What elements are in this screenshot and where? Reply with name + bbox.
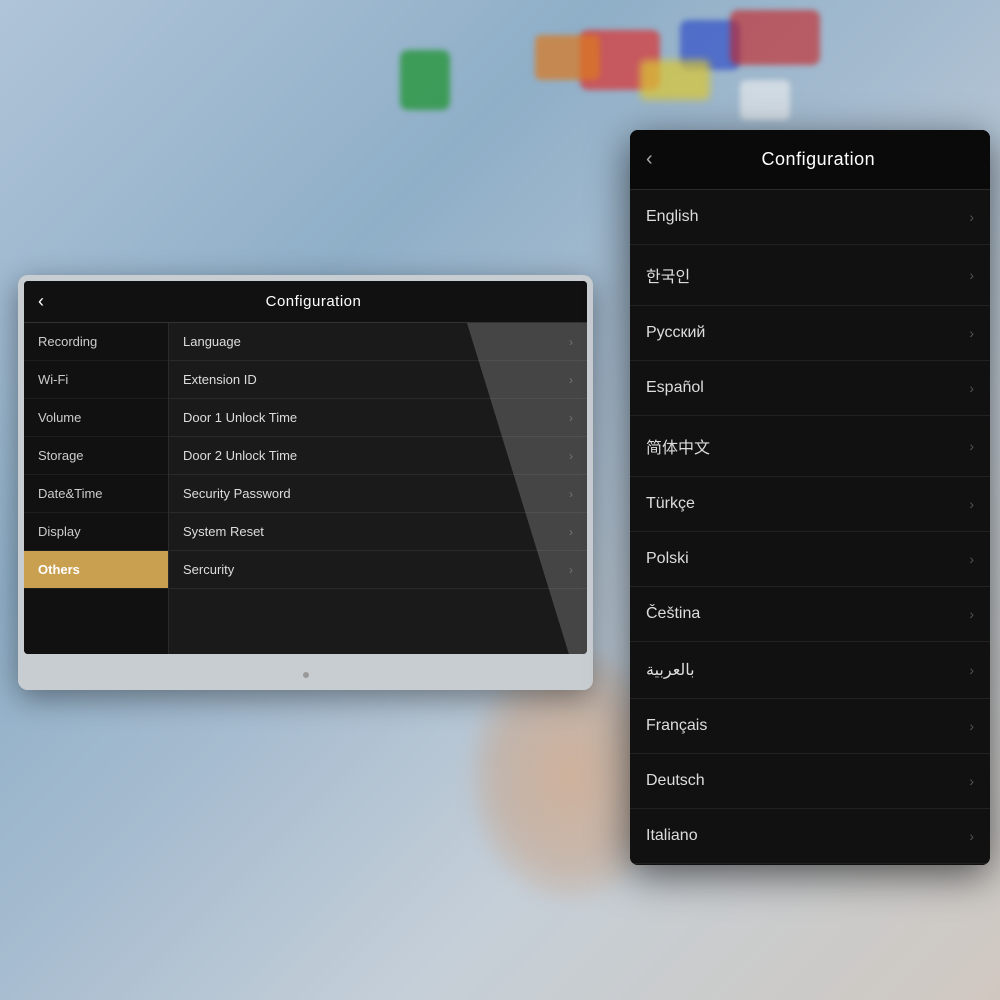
sidebar-item-wifi[interactable]: Wi-Fi	[24, 361, 168, 399]
small-device-panel: ‹ Configuration Recording Wi-Fi Volume S…	[18, 275, 593, 690]
chevron-right-icon: ›	[569, 525, 573, 539]
large-config-header: ‹ Configuration	[630, 130, 990, 190]
lang-item-polish[interactable]: Polski ›	[630, 532, 990, 587]
sidebar-item-volume[interactable]: Volume	[24, 399, 168, 437]
lang-label-turkish: Türkçe	[646, 495, 969, 513]
chevron-right-icon: ›	[569, 373, 573, 387]
chevron-right-icon: ›	[569, 487, 573, 501]
sidebar-item-recording[interactable]: Recording	[24, 323, 168, 361]
flag-blob-white	[740, 80, 790, 120]
small-config-title: Configuration	[54, 293, 573, 310]
small-item-door1-label: Door 1 Unlock Time	[183, 410, 569, 425]
lang-label-german: Deutsch	[646, 772, 969, 790]
small-item-door2-label: Door 2 Unlock Time	[183, 448, 569, 463]
small-back-button[interactable]: ‹	[38, 291, 44, 312]
small-sidebar: Recording Wi-Fi Volume Storage Date&Time…	[24, 323, 169, 654]
sidebar-item-display[interactable]: Display	[24, 513, 168, 551]
chevron-right-icon: ›	[569, 449, 573, 463]
small-item-reset-label: System Reset	[183, 524, 569, 539]
flag-blob-red2	[730, 10, 820, 65]
lang-label-chinese: 简体中文	[646, 434, 969, 458]
small-item-extension-id-label: Extension ID	[183, 372, 569, 387]
lang-item-hebrew[interactable]: Ebraico ›	[630, 864, 990, 865]
lang-label-czech: Čeština	[646, 605, 969, 623]
small-item-sercurity-label: Sercurity	[183, 562, 569, 577]
chevron-right-icon: ›	[969, 496, 974, 512]
chevron-right-icon: ›	[969, 773, 974, 789]
small-config-header: ‹ Configuration	[24, 281, 587, 323]
lang-label-russian: Русский	[646, 324, 969, 342]
lang-item-czech[interactable]: Čeština ›	[630, 587, 990, 642]
small-item-language[interactable]: Language ›	[169, 323, 587, 361]
sidebar-item-others[interactable]: Others	[24, 551, 168, 589]
small-item-language-label: Language	[183, 334, 569, 349]
lang-label-polish: Polski	[646, 550, 969, 568]
device-dot	[303, 672, 309, 678]
chevron-right-icon: ›	[969, 380, 974, 396]
flag-blob-green	[400, 50, 450, 110]
lang-item-french[interactable]: Français ›	[630, 699, 990, 754]
large-config-title: Configuration	[663, 149, 974, 170]
small-item-security-password[interactable]: Security Password ›	[169, 475, 587, 513]
flag-blob-yellow	[640, 60, 710, 100]
chevron-right-icon: ›	[969, 325, 974, 341]
small-config-body: Recording Wi-Fi Volume Storage Date&Time…	[24, 323, 587, 654]
lang-item-turkish[interactable]: Türkçe ›	[630, 477, 990, 532]
lang-item-chinese[interactable]: 简体中文 ›	[630, 416, 990, 477]
lang-item-russian[interactable]: Русский ›	[630, 306, 990, 361]
chevron-right-icon: ›	[969, 718, 974, 734]
lang-label-arabic: بالعربية	[646, 660, 969, 680]
lang-label-korean: 한국인	[646, 263, 969, 287]
chevron-right-icon: ›	[969, 209, 974, 225]
lang-item-english[interactable]: English ›	[630, 190, 990, 245]
chevron-right-icon: ›	[569, 335, 573, 349]
small-item-security-label: Security Password	[183, 486, 569, 501]
device-screen: ‹ Configuration Recording Wi-Fi Volume S…	[24, 281, 587, 654]
lang-item-german[interactable]: Deutsch ›	[630, 754, 990, 809]
chevron-right-icon: ›	[969, 267, 974, 283]
chevron-right-icon: ›	[969, 606, 974, 622]
lang-item-spanish[interactable]: Español ›	[630, 361, 990, 416]
small-item-door2-unlock[interactable]: Door 2 Unlock Time ›	[169, 437, 587, 475]
sidebar-item-datetime[interactable]: Date&Time	[24, 475, 168, 513]
large-language-list: English › 한국인 › Русский › Español › 简体中文…	[630, 190, 990, 865]
lang-item-italian[interactable]: Italiano ›	[630, 809, 990, 864]
lang-item-korean[interactable]: 한국인 ›	[630, 245, 990, 306]
small-content-list: Language › Extension ID › Door 1 Unlock …	[169, 323, 587, 654]
large-back-button[interactable]: ‹	[646, 148, 653, 171]
small-item-system-reset[interactable]: System Reset ›	[169, 513, 587, 551]
lang-label-french: Français	[646, 717, 969, 735]
lang-label-spanish: Español	[646, 379, 969, 397]
lang-item-arabic[interactable]: بالعربية ›	[630, 642, 990, 699]
sidebar-item-storage[interactable]: Storage	[24, 437, 168, 475]
device-bottom-bar	[18, 660, 593, 690]
chevron-right-icon: ›	[969, 438, 974, 454]
small-item-extension-id[interactable]: Extension ID ›	[169, 361, 587, 399]
chevron-right-icon: ›	[969, 551, 974, 567]
chevron-right-icon: ›	[969, 662, 974, 678]
small-item-sercurity[interactable]: Sercurity ›	[169, 551, 587, 589]
lang-label-italian: Italiano	[646, 827, 969, 845]
chevron-right-icon: ›	[569, 411, 573, 425]
flag-blob-orange	[535, 35, 600, 80]
lang-label-english: English	[646, 208, 969, 226]
large-config-panel: ‹ Configuration English › 한국인 › Русский …	[630, 130, 990, 865]
small-item-door1-unlock[interactable]: Door 1 Unlock Time ›	[169, 399, 587, 437]
chevron-right-icon: ›	[969, 828, 974, 844]
chevron-right-icon: ›	[569, 563, 573, 577]
